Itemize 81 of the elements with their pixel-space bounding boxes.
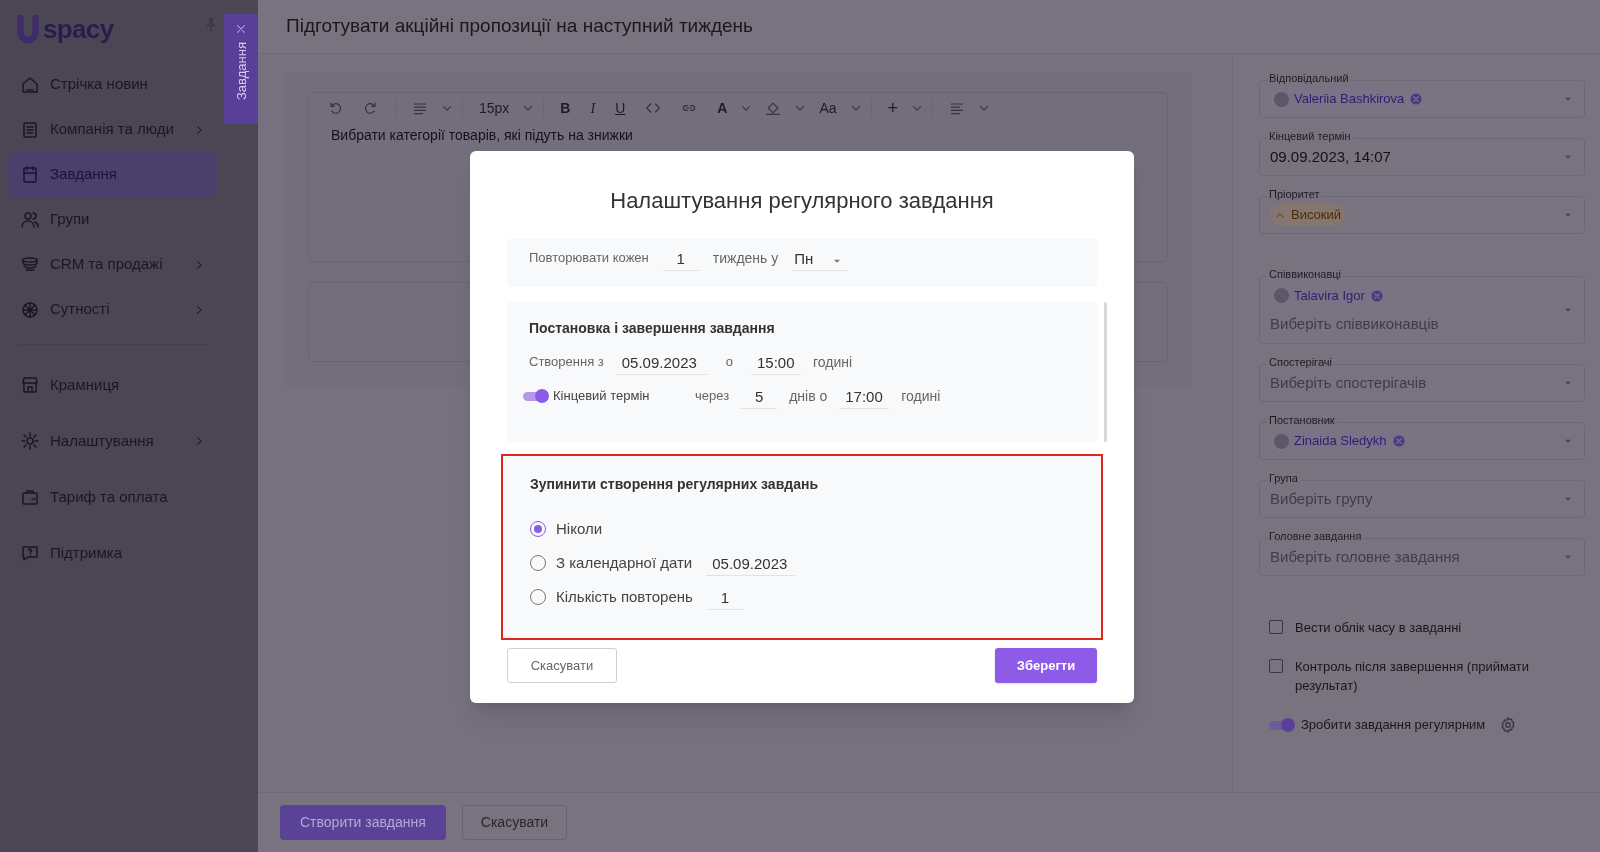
menu-item-icon	[20, 543, 40, 563]
undo-icon[interactable]	[327, 100, 343, 116]
person-tag: Valeriia Bashkirova	[1270, 88, 1428, 110]
toggle-switch[interactable]	[523, 389, 549, 403]
field-label: Кінцевий термін	[1267, 131, 1353, 142]
italic-button[interactable]: I	[590, 97, 596, 119]
day-select[interactable]: Пн	[792, 245, 848, 271]
field-label: днів о	[789, 386, 828, 406]
bold-button[interactable]: B	[560, 97, 571, 119]
input-field[interactable]: 05.09.2023	[615, 349, 708, 375]
menu-item-icon	[20, 375, 40, 395]
remove-icon[interactable]	[1369, 288, 1384, 303]
section-title: Постановка і завершення завдання	[529, 319, 776, 338]
underline-button[interactable]: U	[615, 97, 626, 119]
menu-item-icon	[20, 431, 40, 451]
menu-item-icon	[20, 119, 40, 140]
paragraph-icon[interactable]	[412, 100, 428, 116]
field-label: Створення з	[529, 353, 604, 372]
create-task-button[interactable]: Створити завдання	[280, 805, 446, 840]
input-field[interactable]: 5	[741, 383, 778, 409]
menu-item-icon	[20, 164, 40, 185]
field-label: Співвиконавці	[1267, 269, 1343, 280]
checkbox-label: Контроль після завершення (приймати результат)	[1295, 658, 1531, 695]
menu-item-icon	[20, 74, 40, 95]
radio-label: З календарної дати	[556, 552, 693, 573]
avatar	[1274, 288, 1289, 304]
checkbox[interactable]	[1269, 659, 1283, 673]
field-label: Головне завдання	[1267, 531, 1364, 542]
field-label: годині	[813, 352, 853, 372]
avatar	[1274, 433, 1289, 449]
radio-label: Ніколи	[556, 518, 603, 539]
text-case-button[interactable]: Aa	[819, 97, 837, 119]
input-field[interactable]: 15:00	[751, 349, 801, 375]
close-icon[interactable]	[234, 22, 248, 36]
field-label: тиждень у	[712, 248, 779, 268]
scrollbar[interactable]	[1104, 302, 1107, 442]
cancel-button[interactable]: Скасувати	[507, 648, 617, 683]
field-label: Група	[1267, 473, 1300, 484]
logo-mark-icon	[15, 14, 41, 44]
field-label: Спостерігачі	[1267, 357, 1334, 368]
person-tag: Talavira Igor	[1270, 284, 1388, 307]
input-field[interactable]: 17:00	[839, 383, 890, 409]
align-icon[interactable]	[949, 100, 966, 116]
section-title: Зупинити створення регулярних завдань	[530, 475, 819, 494]
field-label: Пріоритет	[1267, 189, 1322, 200]
save-button[interactable]: Зберегти	[995, 648, 1097, 683]
side-tab-label[interactable]: Завдання	[234, 42, 248, 101]
field-label: Відповідальний	[1267, 73, 1351, 84]
menu-item-icon	[20, 299, 40, 320]
field-label: годині	[901, 386, 941, 406]
font-size-dropdown[interactable]: 15px	[479, 97, 510, 119]
menu-item-icon	[20, 487, 40, 507]
modal-title: Налаштування регулярного завдання	[609, 187, 995, 215]
field-label: Повторювати кожен	[529, 249, 649, 268]
toggle-label: Кінцевий термін	[553, 387, 650, 406]
text-color-button[interactable]: A	[717, 97, 728, 119]
toggle-switch[interactable]	[1269, 717, 1295, 732]
radio-label: Кількість повторень	[556, 586, 693, 607]
toggle-label: Зробити завдання регулярним	[1301, 716, 1486, 734]
avatar	[1274, 91, 1289, 107]
redo-icon[interactable]	[363, 100, 379, 116]
input-field[interactable]: 1	[706, 584, 743, 610]
menu-item-icon	[20, 209, 40, 230]
fill-color-icon[interactable]	[765, 100, 782, 116]
field-label: через	[695, 387, 730, 406]
insert-button[interactable]: +	[887, 94, 899, 122]
input-field[interactable]: 1	[662, 245, 699, 271]
settings-icon[interactable]	[1499, 715, 1518, 734]
remove-icon[interactable]	[1391, 434, 1406, 448]
person-tag: Zinaida Sledykh	[1270, 430, 1410, 452]
cancel-button[interactable]: Скасувати	[461, 805, 568, 840]
field-label: о	[724, 353, 734, 372]
editor-text: Вибрати категорії товарів, які підуть на знижки	[330, 126, 634, 145]
checkbox[interactable]	[1269, 620, 1283, 634]
task-title: Підготувати акційні пропозиції на наступний тиждень	[286, 14, 753, 39]
input-field[interactable]: 05.09.2023	[706, 550, 797, 576]
remove-icon[interactable]	[1409, 92, 1424, 106]
priority-tag: Високий	[1270, 204, 1346, 226]
code-icon[interactable]	[645, 100, 662, 116]
field-label: Постановник	[1267, 415, 1337, 426]
checkbox-label: Вести облік часу в завданні	[1295, 619, 1462, 637]
